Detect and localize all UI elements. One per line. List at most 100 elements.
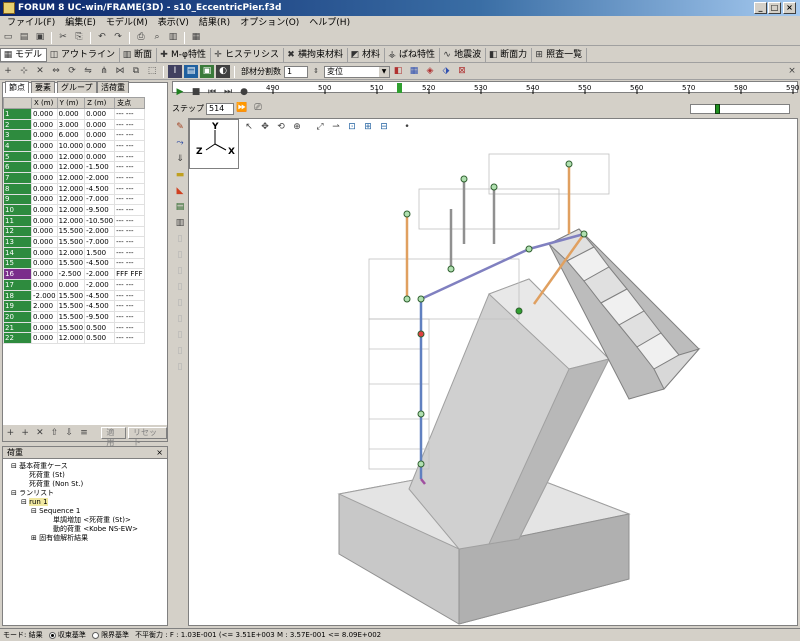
tree-item-basic-load[interactable]: ⊟ 基本荷重ケース <box>7 462 163 471</box>
node-id-cell[interactable]: 17 <box>3 279 32 291</box>
table-cell[interactable]: 0.000 <box>31 118 58 131</box>
undo-icon[interactable]: ↶ <box>95 31 109 44</box>
result-anim-icon[interactable]: ◈ <box>423 65 437 78</box>
node-marker[interactable] <box>515 307 523 315</box>
tree-item-eigen[interactable]: ⊞ 固有値解析結果 <box>7 534 163 543</box>
node-marker[interactable] <box>417 410 425 418</box>
table-row[interactable]: 19 2.000 15.500 -4.500 --- --- <box>3 300 145 313</box>
table-cell[interactable]: 0.000 <box>31 246 58 259</box>
graph-icon[interactable]: ⤳ <box>173 137 187 150</box>
preview-icon[interactable]: ⌕ <box>150 31 164 44</box>
table-cell[interactable]: --- --- <box>114 236 145 248</box>
table-cell[interactable]: -9.500 <box>84 204 116 216</box>
copy-member-icon[interactable]: ⧉ <box>129 65 143 78</box>
table-row[interactable]: 9 0.000 12.000 -7.000 --- --- <box>3 193 145 206</box>
mirror-icon[interactable]: ⇋ <box>81 65 95 78</box>
stop-icon[interactable]: ■ <box>189 86 203 99</box>
result-graph-icon[interactable]: ◧ <box>391 65 405 78</box>
table-cell[interactable]: 12.000 <box>56 193 86 206</box>
result-table-icon[interactable]: ▦ <box>407 65 421 78</box>
fast-forward-icon[interactable]: ⏩ <box>235 102 249 115</box>
tab-live-load[interactable]: 活荷重 <box>97 81 129 93</box>
node-id-cell[interactable]: 2 <box>3 118 32 131</box>
result-settings-icon[interactable]: ⊠ <box>455 65 469 78</box>
delete-row-icon[interactable]: ✕ <box>33 427 46 440</box>
load-icon[interactable]: ⇓ <box>173 153 187 166</box>
table-cell[interactable]: 0.000 <box>31 321 58 334</box>
table-cell[interactable]: 0.000 <box>31 268 58 280</box>
tree-item-run1[interactable]: ⊟ run 1 <box>7 498 163 507</box>
table-cell[interactable]: 0.500 <box>84 321 116 334</box>
node-id-cell[interactable]: 6 <box>3 161 32 174</box>
column-header[interactable]: Z (m) <box>84 97 116 109</box>
tab-outline[interactable]: ◫ アウトライン <box>47 47 121 62</box>
table-cell[interactable]: -7.000 <box>84 236 116 248</box>
table-cell[interactable]: 12.000 <box>56 246 86 259</box>
table-cell[interactable]: -4.500 <box>84 257 116 270</box>
table-cell[interactable]: 0.000 <box>31 129 58 142</box>
table-cell[interactable]: --- --- <box>114 257 145 270</box>
copy-icon[interactable]: ⎘ <box>72 31 86 44</box>
fit-icon[interactable]: ⤢ <box>313 121 327 134</box>
table-row[interactable]: 14 0.000 12.000 1.500 --- --- <box>3 246 145 259</box>
fill-icon[interactable]: ≡ <box>78 427 91 440</box>
table-cell[interactable]: 15.500 <box>56 225 86 238</box>
table-cell[interactable]: 0.000 <box>31 204 58 216</box>
table-row[interactable]: 2 0.000 3.000 0.000 --- --- <box>3 118 145 131</box>
table-cell[interactable]: 15.500 <box>56 289 86 302</box>
table-row[interactable]: 15 0.000 15.500 -4.500 --- --- <box>3 257 145 270</box>
radio-on-icon[interactable] <box>48 631 56 639</box>
node-id-cell[interactable]: 22 <box>3 332 32 345</box>
model-render[interactable] <box>189 119 797 625</box>
point-icon[interactable]: • <box>400 121 414 134</box>
calculate-icon[interactable]: ▦ <box>189 31 203 44</box>
section-view-icon[interactable]: I <box>168 65 182 78</box>
table-cell[interactable]: -4.500 <box>84 300 116 313</box>
limit-option[interactable]: 限界基準 <box>91 629 129 640</box>
table-cell[interactable]: 3.000 <box>56 118 86 131</box>
table-cell[interactable]: --- --- <box>114 172 145 184</box>
table-cell[interactable]: FFF FFF <box>114 268 145 280</box>
node-marker[interactable] <box>417 460 425 468</box>
tree-item-sequence1[interactable]: ⊟ Sequence 1 <box>7 507 163 516</box>
table-cell[interactable]: 12.000 <box>56 204 86 216</box>
panel-close-icon[interactable]: × <box>785 65 799 78</box>
column-header[interactable]: X (m) <box>31 97 58 109</box>
table-cell[interactable]: -1.500 <box>84 161 116 174</box>
table-row[interactable]: 4 0.000 10.000 0.000 --- --- <box>3 140 145 152</box>
join-icon[interactable]: ⋈ <box>113 65 127 78</box>
table-cell[interactable]: --- --- <box>114 118 145 131</box>
tab-confinement[interactable]: ✖ 横拘束材料 <box>284 47 349 62</box>
table-cell[interactable]: -7.000 <box>84 193 116 206</box>
print-icon[interactable]: ⎙ <box>134 31 148 44</box>
table-cell[interactable]: 0.000 <box>31 214 58 227</box>
table-cell[interactable]: 0.000 <box>31 257 58 270</box>
node-id-cell[interactable]: 4 <box>3 140 32 152</box>
table-cell[interactable]: 15.500 <box>56 257 86 270</box>
view-iso-icon[interactable]: ⊞ <box>361 121 375 134</box>
table-cell[interactable]: 0.000 <box>31 236 58 248</box>
node-id-cell[interactable]: 13 <box>3 236 32 248</box>
table-cell[interactable]: 0.000 <box>31 182 58 195</box>
step-slider[interactable] <box>690 103 790 114</box>
record-icon[interactable]: ● <box>237 86 251 99</box>
node-id-cell[interactable]: 1 <box>3 108 32 120</box>
cut-icon[interactable]: ✂ <box>56 31 70 44</box>
column-header[interactable]: 支点 <box>114 97 145 109</box>
tree-item-dynamic[interactable]: 動的荷重 <Kobe NS-EW> <box>7 525 163 534</box>
table-row[interactable]: 6 0.000 12.000 -1.500 --- --- <box>3 161 145 174</box>
table-cell[interactable]: -2.000 <box>84 279 116 291</box>
table-cell[interactable]: --- --- <box>114 289 145 302</box>
tab-material[interactable]: ◩ 材料 <box>348 47 386 62</box>
node-marker[interactable] <box>403 210 411 218</box>
view-top-icon[interactable]: ⊟ <box>377 121 391 134</box>
table-row[interactable]: 18 -2.000 15.500 -4.500 --- --- <box>3 289 145 302</box>
node-id-cell[interactable]: 20 <box>3 311 32 323</box>
node-id-cell[interactable]: 8 <box>3 182 32 195</box>
pencil-icon[interactable]: ✎ <box>173 121 187 134</box>
spectrum-icon[interactable]: ◣ <box>173 185 187 198</box>
table-cell[interactable]: -2.000 <box>84 225 116 238</box>
table-cell[interactable]: --- --- <box>114 161 145 174</box>
node-id-cell[interactable]: 18 <box>3 289 32 302</box>
table-row[interactable]: 10 0.000 12.000 -9.500 --- --- <box>3 204 145 216</box>
